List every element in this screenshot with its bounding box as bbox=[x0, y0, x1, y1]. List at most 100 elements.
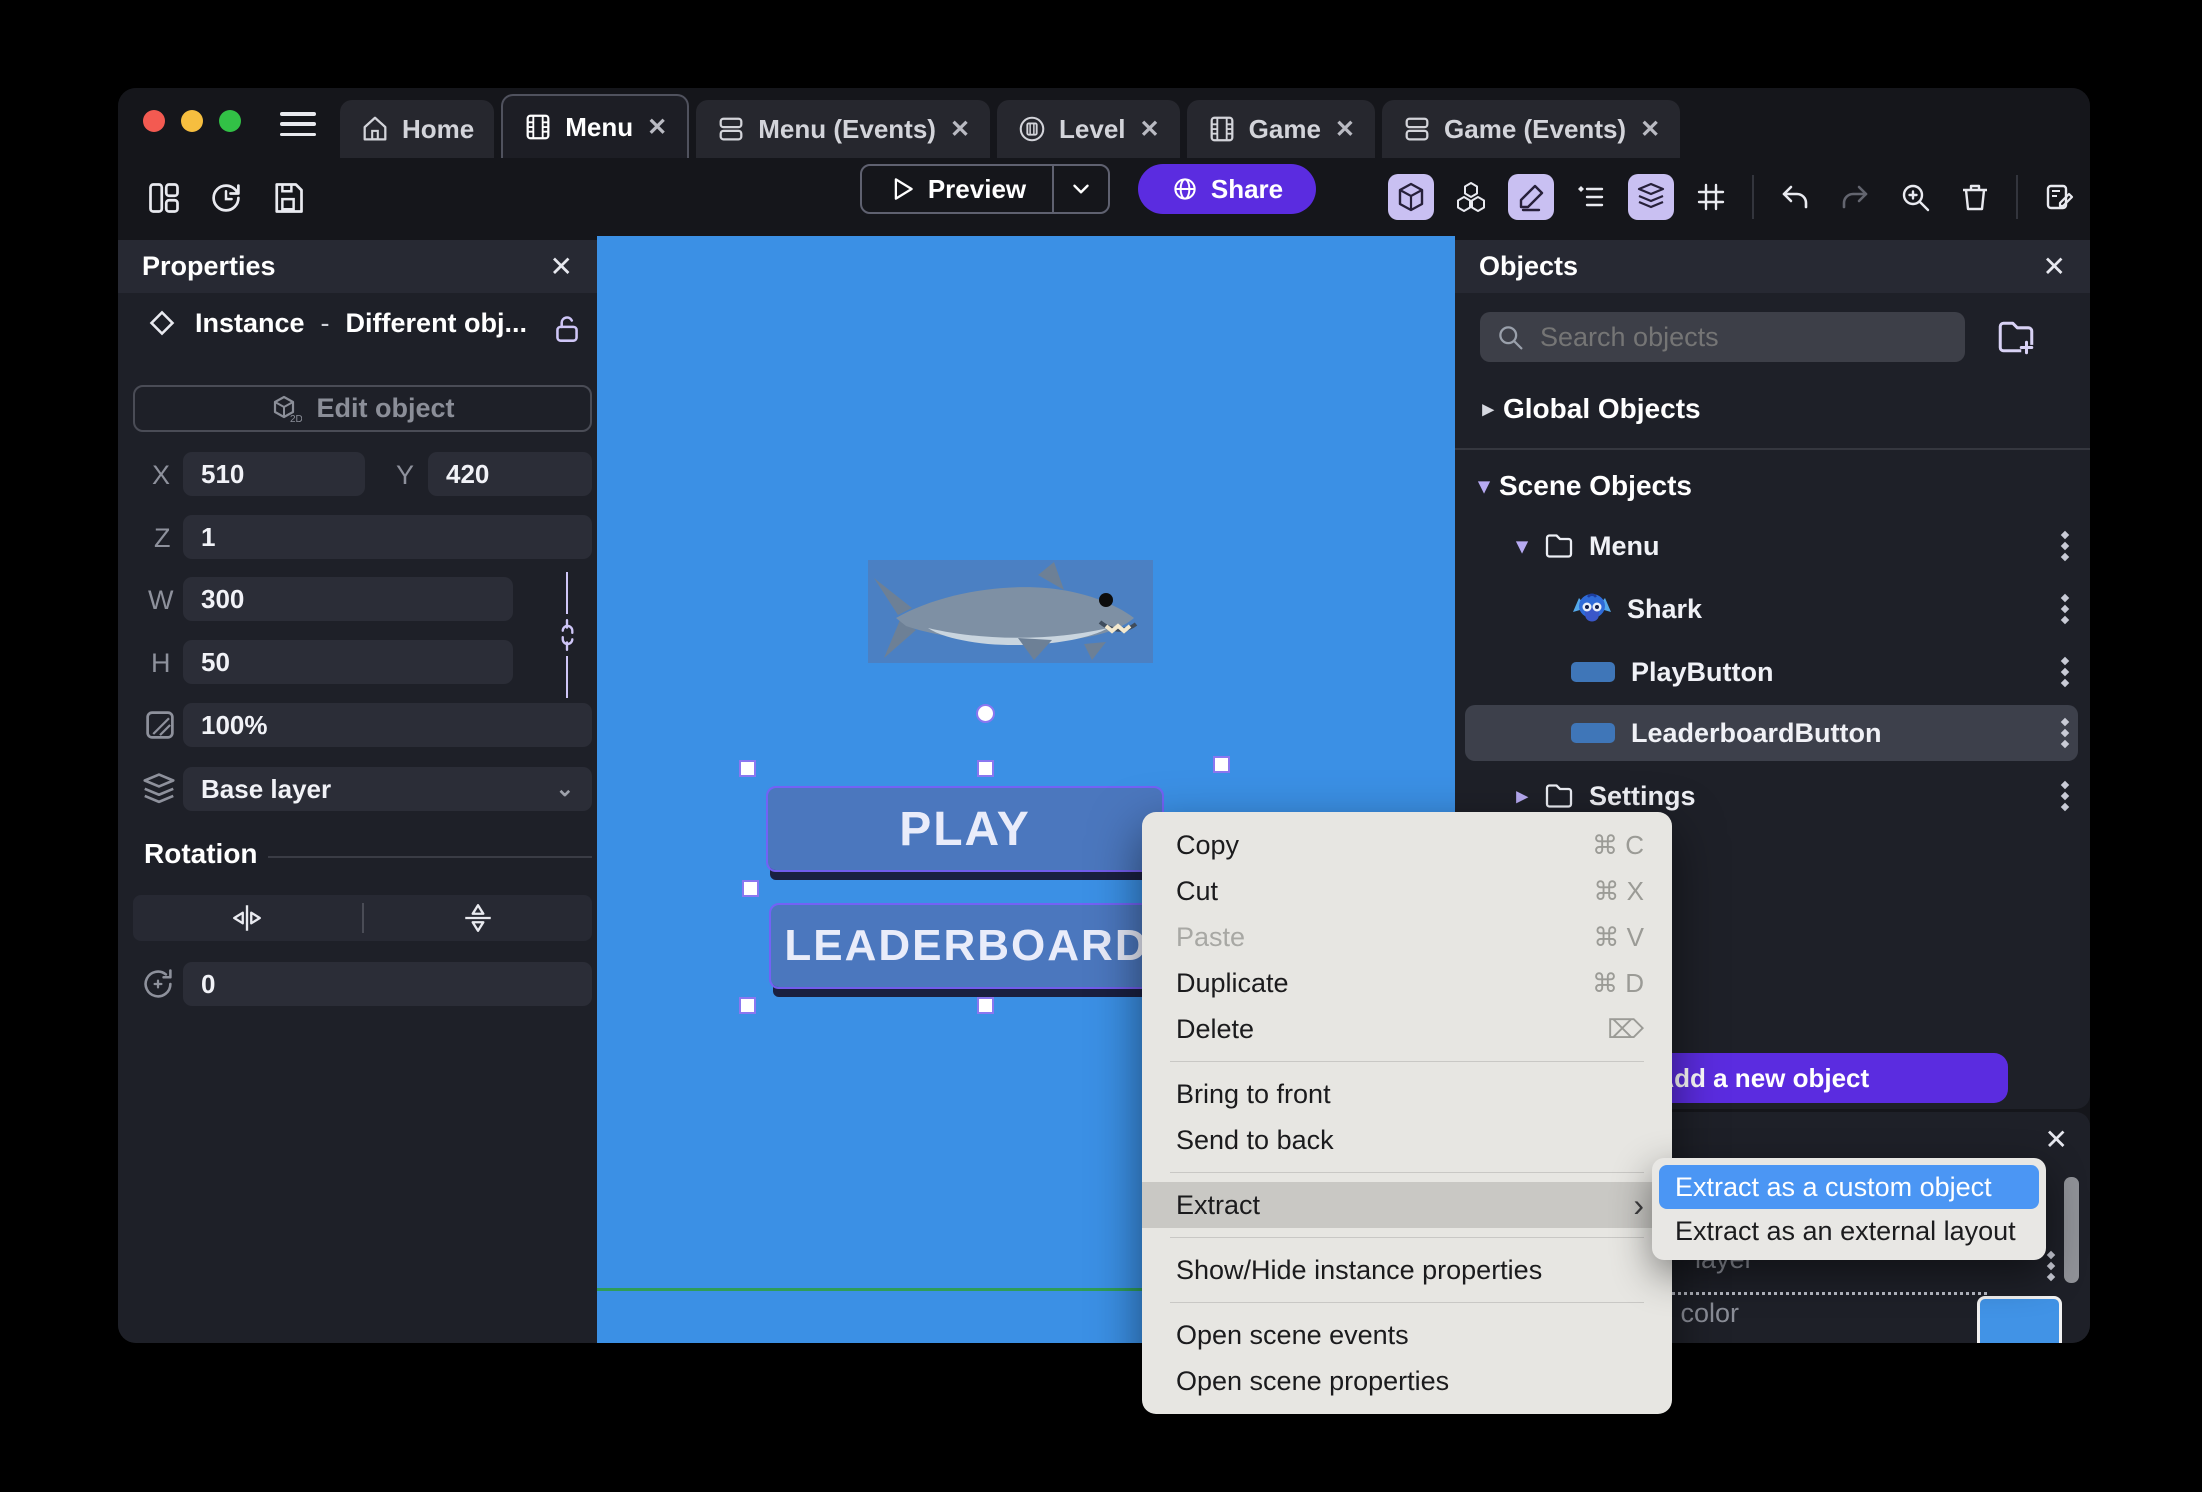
objects-mode-button[interactable] bbox=[1388, 174, 1434, 220]
shark-sprite[interactable] bbox=[868, 560, 1153, 663]
menu-label: Bring to front bbox=[1176, 1078, 1331, 1109]
layer-value: Base layer bbox=[201, 773, 332, 804]
traffic-light-close[interactable] bbox=[143, 110, 165, 132]
instances-list-button[interactable] bbox=[1568, 174, 1614, 220]
selection-handle-top-right[interactable] bbox=[1213, 756, 1230, 773]
tree-item-playbutton[interactable]: PlayButton bbox=[1455, 648, 2090, 696]
tab-game-events[interactable]: Game (Events) ✕ bbox=[1382, 100, 1681, 158]
layer-row-menu-icon[interactable] bbox=[2046, 1250, 2056, 1282]
context-menu: Copy ⌘ C Cut ⌘ X Paste ⌘ V Duplicate ⌘ D… bbox=[1142, 812, 1672, 1414]
menu-item-cut[interactable]: Cut ⌘ X bbox=[1142, 868, 1672, 914]
save-button[interactable] bbox=[266, 176, 310, 220]
close-tab-icon[interactable]: ✕ bbox=[1335, 115, 1355, 144]
tab-menu[interactable]: Menu ✕ bbox=[501, 94, 690, 158]
tree-item-leaderboardbutton[interactable]: LeaderboardButton bbox=[1455, 709, 2090, 757]
tree-folder-menu[interactable]: ▾ Menu bbox=[1455, 522, 2090, 570]
leaderboard-button-instance[interactable]: LEADERBOARD bbox=[769, 903, 1164, 989]
grid-button[interactable] bbox=[1688, 174, 1734, 220]
traffic-light-zoom[interactable] bbox=[219, 110, 241, 132]
scrollbar-thumb[interactable] bbox=[2064, 1177, 2079, 1283]
preview-button[interactable]: Preview bbox=[860, 164, 1110, 214]
play-button-label: PLAY bbox=[899, 802, 1031, 856]
w-input[interactable]: 300 bbox=[183, 577, 513, 621]
item-menu-icon[interactable] bbox=[2060, 780, 2070, 812]
selection-handle-bottom-center[interactable] bbox=[977, 997, 994, 1014]
instances-mode-button[interactable] bbox=[1448, 174, 1494, 220]
unlock-icon[interactable] bbox=[550, 312, 584, 346]
menu-item-paste[interactable]: Paste ⌘ V bbox=[1142, 914, 1672, 960]
preview-options-button[interactable] bbox=[1052, 166, 1108, 212]
flip-vertical-button[interactable] bbox=[364, 901, 593, 935]
undo-button[interactable] bbox=[1772, 174, 1818, 220]
menu-item-send-to-back[interactable]: Send to back bbox=[1142, 1117, 1672, 1163]
layers-button[interactable] bbox=[1628, 174, 1674, 220]
search-objects-input[interactable] bbox=[1538, 320, 1949, 354]
global-objects-section[interactable]: ▸ Global Objects bbox=[1455, 385, 2090, 433]
toggle-panels-button[interactable] bbox=[142, 176, 186, 220]
submenu-item-extract-external-layout[interactable]: Extract as an external layout bbox=[1659, 1209, 2039, 1253]
add-folder-icon[interactable] bbox=[1995, 316, 2037, 358]
tab-home[interactable]: Home bbox=[340, 100, 495, 158]
selection-handle-top-left[interactable] bbox=[739, 760, 756, 777]
item-menu-icon[interactable] bbox=[2060, 530, 2070, 562]
close-tab-icon[interactable]: ✕ bbox=[647, 113, 667, 142]
scene-objects-section[interactable]: ▾ Scene Objects bbox=[1455, 462, 2090, 510]
history-button[interactable] bbox=[204, 176, 248, 220]
background-color-swatch[interactable] bbox=[1977, 1296, 2062, 1343]
menu-item-duplicate[interactable]: Duplicate ⌘ D bbox=[1142, 960, 1672, 1006]
traffic-light-minimize[interactable] bbox=[181, 110, 203, 132]
tree-item-label: PlayButton bbox=[1631, 656, 1774, 687]
menu-item-delete[interactable]: Delete ⌦ bbox=[1142, 1006, 1672, 1052]
layer-select-icon bbox=[140, 771, 178, 809]
menu-item-copy[interactable]: Copy ⌘ C bbox=[1142, 822, 1672, 868]
item-menu-icon[interactable] bbox=[2060, 593, 2070, 625]
edit-object-button[interactable]: Edit object bbox=[133, 385, 592, 432]
opacity-input[interactable]: 100% bbox=[183, 703, 592, 747]
sections-divider bbox=[1455, 448, 2090, 450]
selection-handle-top-center[interactable] bbox=[977, 760, 994, 777]
globe-icon bbox=[1171, 175, 1199, 203]
tab-level[interactable]: Level ✕ bbox=[997, 100, 1180, 158]
item-menu-icon[interactable] bbox=[2060, 656, 2070, 688]
search-objects-box[interactable] bbox=[1480, 312, 1965, 362]
item-menu-icon[interactable] bbox=[2060, 717, 2070, 749]
play-button-instance[interactable]: PLAY bbox=[766, 786, 1164, 872]
submenu-item-extract-custom-object[interactable]: Extract as a custom object bbox=[1659, 1165, 2039, 1209]
tree-item-label: LeaderboardButton bbox=[1631, 717, 1882, 748]
close-objects-icon[interactable]: ✕ bbox=[2043, 252, 2066, 281]
close-tab-icon[interactable]: ✕ bbox=[950, 115, 970, 144]
selection-handle-bottom-left[interactable] bbox=[739, 997, 756, 1014]
x-input[interactable]: 510 bbox=[183, 452, 365, 496]
y-input[interactable]: 420 bbox=[428, 452, 592, 496]
menu-item-bring-to-front[interactable]: Bring to front bbox=[1142, 1071, 1672, 1117]
tab-menu-events[interactable]: Menu (Events) ✕ bbox=[696, 100, 991, 158]
z-input[interactable]: 1 bbox=[183, 515, 592, 559]
layer-select[interactable]: Base layer ⌄ bbox=[183, 767, 592, 811]
tab-game[interactable]: Game ✕ bbox=[1186, 100, 1376, 158]
close-layers-icon[interactable]: ✕ bbox=[2045, 1126, 2068, 1154]
close-tab-icon[interactable]: ✕ bbox=[1140, 115, 1160, 144]
flip-horizontal-button[interactable] bbox=[133, 901, 362, 935]
scene-properties-button[interactable] bbox=[2036, 174, 2082, 220]
main-menu-icon[interactable] bbox=[280, 112, 316, 136]
rotation-angle-input[interactable]: 0 bbox=[183, 962, 592, 1006]
link-dimensions-icon[interactable] bbox=[550, 618, 584, 652]
h-input[interactable]: 50 bbox=[183, 640, 513, 684]
edit-mode-button[interactable] bbox=[1508, 174, 1554, 220]
zoom-in-button[interactable] bbox=[1892, 174, 1938, 220]
delete-button[interactable] bbox=[1952, 174, 1998, 220]
menu-item-open-scene-events[interactable]: Open scene events bbox=[1142, 1312, 1672, 1358]
redo-button[interactable] bbox=[1832, 174, 1878, 220]
close-tab-icon[interactable]: ✕ bbox=[1640, 115, 1660, 144]
scene-objects-label: Scene Objects bbox=[1499, 470, 1692, 501]
menu-item-show-hide-instance-properties[interactable]: Show/Hide instance properties bbox=[1142, 1247, 1672, 1293]
selection-handle-mid-left[interactable] bbox=[742, 880, 759, 897]
tree-item-shark[interactable]: Shark bbox=[1455, 585, 2090, 633]
share-button[interactable]: Share bbox=[1138, 164, 1316, 214]
rotate-handle[interactable] bbox=[976, 704, 995, 723]
close-properties-icon[interactable]: ✕ bbox=[550, 252, 573, 281]
events-icon bbox=[1402, 114, 1432, 144]
menu-item-extract[interactable]: Extract › bbox=[1142, 1182, 1672, 1228]
menu-item-open-scene-properties[interactable]: Open scene properties bbox=[1142, 1358, 1672, 1404]
cube-2d-icon bbox=[270, 393, 302, 425]
